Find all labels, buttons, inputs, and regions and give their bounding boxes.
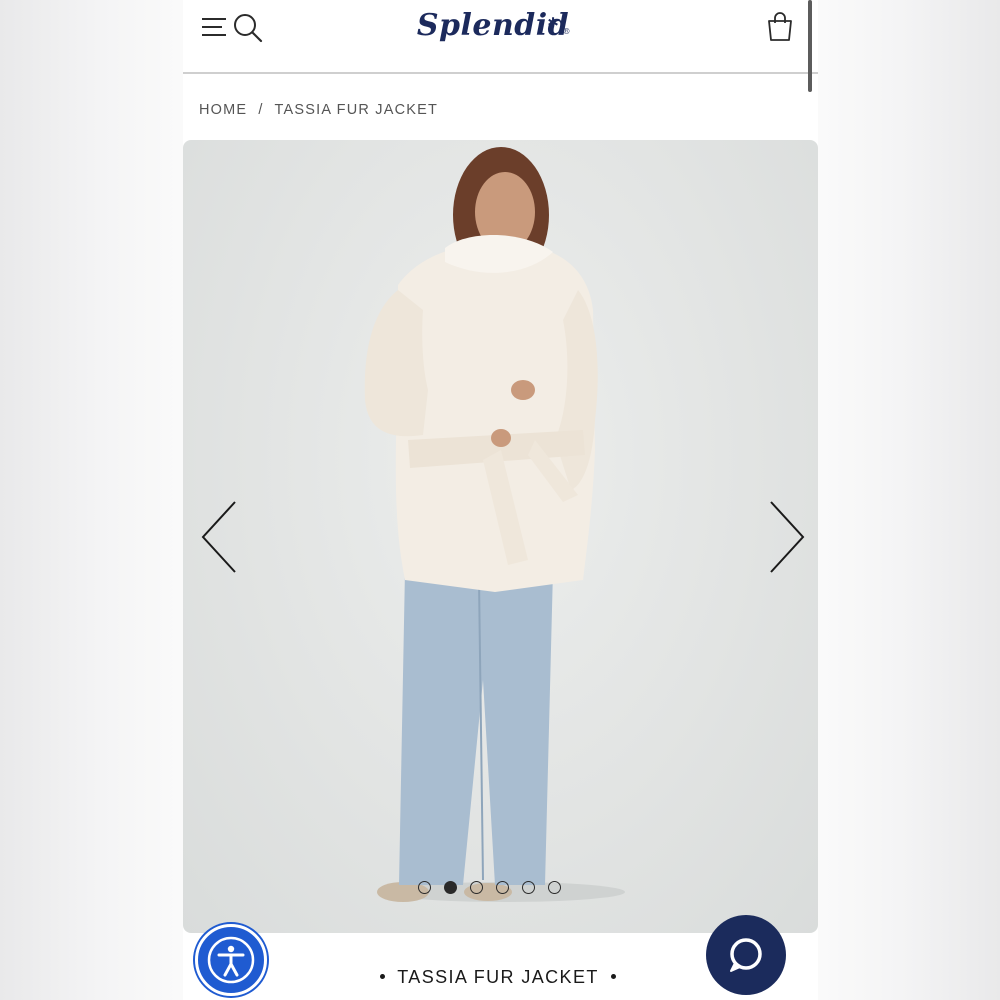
accessibility-icon (207, 936, 255, 984)
title-bullet (380, 974, 386, 980)
breadcrumb-current: TASSIA FUR JACKET (274, 102, 439, 118)
product-title: TASSIA FUR JACKET (368, 967, 628, 988)
carousel-dot[interactable] (522, 881, 535, 894)
shopping-bag-icon (768, 12, 792, 41)
menu-button[interactable] (200, 12, 230, 42)
chevron-right-icon (770, 501, 805, 573)
mobile-page: Splendid ✲ ® HOME / TASSIA FUR JACKET TA… (183, 0, 818, 1000)
search-button[interactable] (231, 11, 265, 45)
menu-icon-bar (202, 18, 226, 20)
cart-button[interactable] (765, 11, 795, 43)
title-bullet (610, 974, 616, 980)
previous-image-button[interactable] (197, 498, 241, 576)
brand-registered-mark: ® (562, 27, 571, 36)
carousel-pagination (418, 881, 561, 894)
breadcrumb-home-link[interactable]: HOME (199, 102, 247, 118)
menu-icon-bar (202, 34, 226, 36)
chat-bubble-icon (730, 938, 762, 972)
product-title-text: TASSIA FUR JACKET (397, 967, 599, 987)
brand-star: ✲ (547, 16, 559, 31)
chat-button[interactable] (706, 915, 786, 995)
brand-logo[interactable]: Splendid ✲ ® (413, 2, 573, 50)
page-scrollbar[interactable] (808, 0, 812, 92)
site-header: Splendid ✲ ® (183, 0, 818, 74)
chevron-left-icon (201, 501, 236, 573)
breadcrumb-separator: / (258, 102, 264, 118)
carousel-dot[interactable] (470, 881, 483, 894)
carousel-dot[interactable] (496, 881, 509, 894)
product-photo (364, 147, 625, 902)
product-image-gallery[interactable] (183, 140, 818, 933)
accessibility-button[interactable] (195, 924, 267, 996)
carousel-dot[interactable] (418, 881, 431, 894)
carousel-dot-active[interactable] (444, 881, 457, 894)
search-icon (234, 14, 263, 43)
menu-icon-bar (202, 26, 222, 28)
next-image-button[interactable] (765, 498, 809, 576)
breadcrumb: HOME / TASSIA FUR JACKET (199, 100, 438, 120)
carousel-dot[interactable] (548, 881, 561, 894)
brand-name: Splendid (416, 8, 570, 43)
